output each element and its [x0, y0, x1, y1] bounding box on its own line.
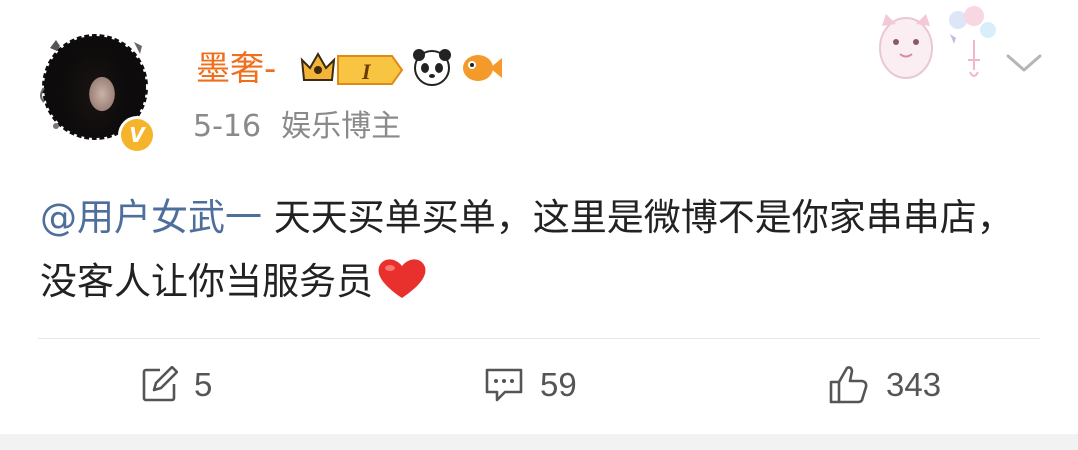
author-name[interactable]: 墨奢-: [196, 44, 276, 94]
repost-button[interactable]: 5: [140, 350, 212, 420]
panda-icon: [413, 49, 451, 86]
svg-text:I: I: [361, 59, 372, 84]
heart-emoji: [378, 259, 426, 298]
card-separator: [0, 434, 1078, 450]
like-count: 343: [886, 366, 942, 403]
repost-count: 5: [194, 366, 213, 403]
comment-button[interactable]: 59: [484, 350, 577, 420]
post-content: @用户女武一 天天买单买单，这里是微博不是你家串串店，没客人让你当服务员: [40, 186, 1030, 314]
post-actions: 5 59 343: [0, 350, 1078, 420]
crown-member-icon: [300, 51, 336, 81]
level-badge-icon: I: [337, 55, 404, 85]
comment-icon: [485, 368, 523, 402]
card-decoration: [879, 6, 996, 79]
like-button[interactable]: 343: [828, 350, 941, 420]
like-icon: [829, 366, 868, 404]
author-tag: 娱乐博主: [281, 109, 402, 144]
user-badges: I: [300, 49, 502, 86]
post-date: 5-16: [193, 109, 262, 144]
chevron-down-icon[interactable]: [1004, 50, 1044, 76]
repost-icon: [142, 366, 178, 402]
verified-badge-icon: V: [118, 116, 156, 154]
comment-count: 59: [540, 366, 577, 403]
divider: [38, 338, 1040, 339]
post-meta: 5-16 娱乐博主: [193, 107, 421, 147]
goldfish-icon: [463, 55, 502, 81]
mention-link[interactable]: @用户女武一: [40, 196, 262, 239]
